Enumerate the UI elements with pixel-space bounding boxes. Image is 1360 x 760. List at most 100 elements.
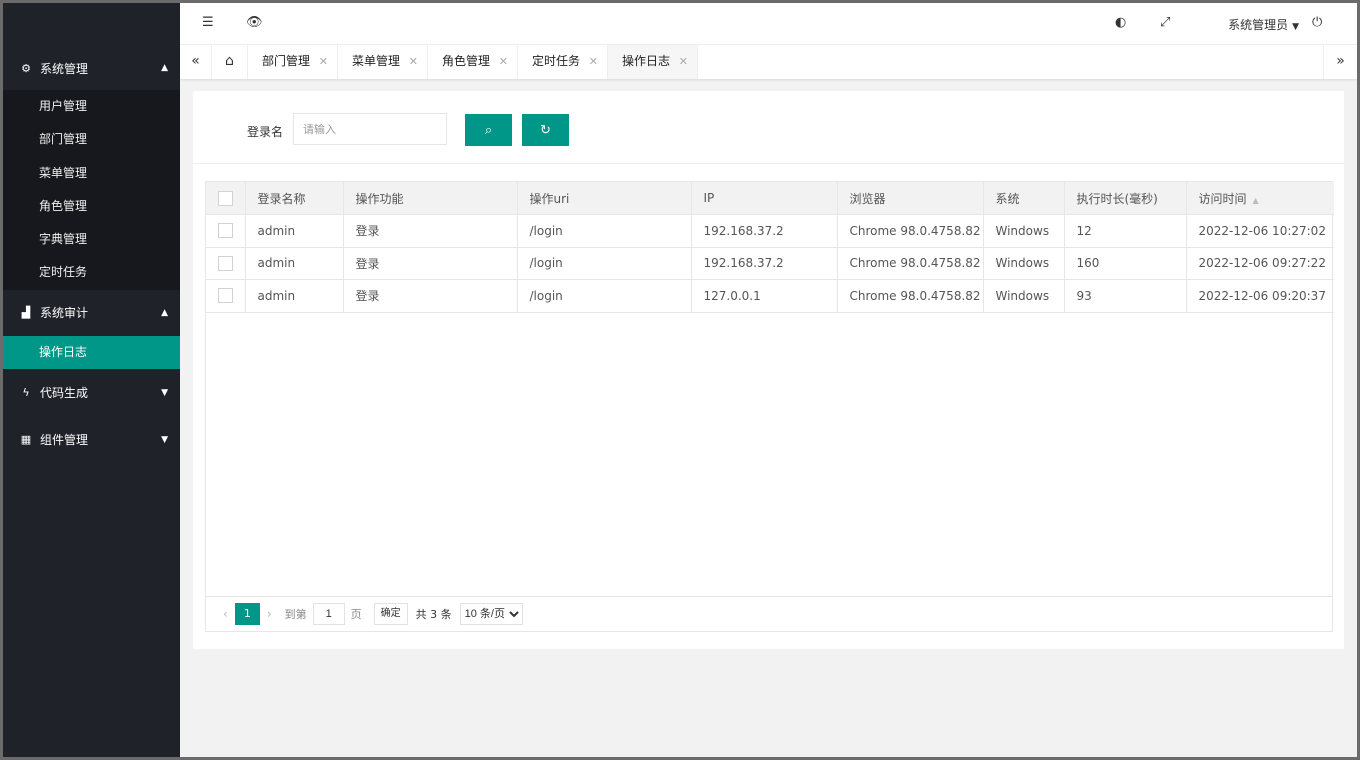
sidebar-group-label: 系统审计 bbox=[40, 306, 89, 321]
sidebar-group-audit[interactable]: ▟ 系统审计 ▲ bbox=[3, 290, 180, 336]
select-all-cell bbox=[206, 182, 246, 215]
login-name-input[interactable] bbox=[293, 113, 447, 145]
tab-roles[interactable]: 角色管理 ✕ bbox=[428, 45, 518, 79]
table-cell: /login bbox=[517, 247, 692, 280]
column-header: 执行时长(毫秒) bbox=[1064, 182, 1187, 215]
sort-icon[interactable]: ▲ bbox=[1253, 196, 1259, 205]
tab-label: 菜单管理 bbox=[352, 54, 401, 68]
refresh-icon: ↻ bbox=[540, 122, 551, 137]
content-card: 登录名 ⌕ ↻ 登录名称 操作功能 操作ur bbox=[193, 91, 1344, 649]
tab-label: 部门管理 bbox=[262, 54, 311, 68]
table-cell: 12 bbox=[1064, 214, 1187, 248]
close-icon[interactable]: ✕ bbox=[409, 45, 418, 78]
caret-down-icon: ▼ bbox=[161, 387, 168, 398]
table-cell: admin bbox=[245, 279, 344, 313]
tab-label: 定时任务 bbox=[532, 54, 581, 68]
search-button[interactable]: ⌕ bbox=[465, 114, 512, 146]
table-cell: 2022-12-06 10:27:02 bbox=[1186, 214, 1334, 248]
page-number-current[interactable]: 1 bbox=[234, 603, 260, 625]
sidebar-item-dictionary[interactable]: 字典管理 bbox=[3, 223, 180, 256]
row-checkbox[interactable] bbox=[218, 255, 233, 271]
sidebar-group-label: 系统管理 bbox=[40, 61, 89, 76]
eye-icon[interactable]: 👁 bbox=[246, 15, 263, 30]
table-row: admin 登录 /login 192.168.37.2 Chrome 98.0… bbox=[206, 214, 1334, 248]
table-cell: 127.0.0.1 bbox=[691, 279, 838, 313]
sidebar-item-roles[interactable]: 角色管理 bbox=[3, 190, 180, 223]
close-icon[interactable]: ✕ bbox=[499, 45, 508, 78]
sidebar-group-codegen[interactable]: ϟ 代码生成 ▼ bbox=[3, 369, 180, 416]
column-header: 登录名称 bbox=[245, 182, 344, 215]
goto-page-input[interactable] bbox=[312, 603, 345, 625]
table-cell: Windows bbox=[983, 247, 1065, 280]
sidebar-item-users[interactable]: 用户管理 bbox=[3, 90, 180, 123]
home-tab-icon[interactable]: ⌂ bbox=[212, 45, 248, 79]
page-size-select[interactable]: 10 条/页 bbox=[459, 603, 523, 625]
submenu-system: 用户管理 部门管理 菜单管理 角色管理 字典管理 定时任务 bbox=[3, 90, 180, 290]
select-all-checkbox[interactable] bbox=[218, 190, 233, 206]
user-name: 系统管理员 bbox=[1228, 18, 1289, 32]
app-window: ⚙ 系统管理 ▲ 用户管理 部门管理 菜单管理 角色管理 字典管理 定时任务 ▟… bbox=[3, 3, 1357, 757]
tabs-scroll-right-icon[interactable]: » bbox=[1323, 45, 1357, 79]
menu-toggle-icon[interactable]: ☰ bbox=[202, 15, 214, 30]
table-header-row: 登录名称 操作功能 操作uri IP 浏览器 系统 执行时长(毫秒) 访问时间 ▲ bbox=[206, 182, 1334, 215]
tab-scheduled-tasks[interactable]: 定时任务 ✕ bbox=[518, 45, 608, 79]
grid-icon: ▦ bbox=[20, 433, 32, 447]
search-form: 登录名 ⌕ ↻ bbox=[193, 91, 1344, 164]
submenu-audit: 操作日志 bbox=[3, 335, 180, 370]
gears-icon: ⚙ bbox=[21, 61, 31, 75]
table-cell: 192.168.37.2 bbox=[691, 247, 838, 280]
table-cell: 93 bbox=[1064, 279, 1187, 313]
user-menu[interactable]: 系统管理员 ▼ bbox=[1228, 16, 1299, 33]
caret-down-icon: ▼ bbox=[1292, 22, 1299, 32]
table-cell: 2022-12-06 09:20:37 bbox=[1186, 279, 1334, 313]
caret-up-icon: ▲ bbox=[161, 307, 168, 318]
operation-log-table: 登录名称 操作功能 操作uri IP 浏览器 系统 执行时长(毫秒) 访问时间 ▲… bbox=[205, 181, 1334, 632]
sidebar-group-label: 代码生成 bbox=[40, 386, 89, 401]
sidebar-group-system[interactable]: ⚙ 系统管理 ▲ bbox=[3, 46, 180, 90]
table-cell: Chrome 98.0.4758.82 bbox=[837, 279, 984, 313]
sidebar-item-departments[interactable]: 部门管理 bbox=[3, 123, 180, 156]
search-icon: ⌕ bbox=[484, 122, 493, 137]
table-cell: 2022-12-06 09:27:22 bbox=[1186, 247, 1334, 280]
table-cell: 登录 bbox=[343, 214, 518, 248]
row-select-cell bbox=[206, 247, 246, 280]
caret-up-icon: ▲ bbox=[161, 63, 168, 73]
fullscreen-icon[interactable]: ⤢ bbox=[1160, 15, 1170, 30]
close-icon[interactable]: ✕ bbox=[319, 45, 328, 78]
sidebar-group-components[interactable]: ▦ 组件管理 ▼ bbox=[3, 416, 180, 463]
tab-menus[interactable]: 菜单管理 ✕ bbox=[338, 45, 428, 79]
tab-operation-log[interactable]: 操作日志 ✕ bbox=[608, 45, 698, 79]
login-name-label: 登录名 bbox=[247, 125, 284, 139]
row-checkbox[interactable] bbox=[218, 223, 233, 239]
close-icon[interactable]: ✕ bbox=[679, 45, 688, 78]
sidebar-item-operation-log[interactable]: 操作日志 bbox=[3, 335, 180, 370]
row-select-cell bbox=[206, 214, 246, 248]
sidebar-item-scheduled-tasks[interactable]: 定时任务 bbox=[3, 256, 180, 289]
next-page-icon[interactable]: › bbox=[267, 607, 272, 621]
top-header: ☰ 👁 ◐ ⤢ 系统管理员 ▼ ⏻ bbox=[180, 3, 1357, 45]
prev-page-icon[interactable]: ‹ bbox=[223, 607, 228, 621]
table-cell: /login bbox=[517, 279, 692, 313]
row-select-cell bbox=[206, 279, 246, 313]
bolt-icon: ϟ bbox=[22, 386, 30, 400]
row-checkbox[interactable] bbox=[218, 288, 233, 304]
reset-button[interactable]: ↻ bbox=[522, 114, 569, 146]
close-icon[interactable]: ✕ bbox=[589, 45, 598, 78]
tabs-scroll-left-icon[interactable]: « bbox=[180, 45, 212, 79]
table-cell: 登录 bbox=[343, 279, 518, 313]
total-count: 共 3 条 bbox=[415, 608, 452, 621]
column-header: IP bbox=[691, 182, 838, 215]
column-header-sortable[interactable]: 访问时间 ▲ bbox=[1186, 182, 1334, 215]
tab-departments[interactable]: 部门管理 ✕ bbox=[248, 45, 338, 79]
sidebar-item-menus[interactable]: 菜单管理 bbox=[3, 157, 180, 190]
table-cell: /login bbox=[517, 214, 692, 248]
column-header-label: 访问时间 bbox=[1198, 191, 1247, 206]
power-icon[interactable]: ⏻ bbox=[1312, 15, 1322, 30]
area-chart-icon: ▟ bbox=[21, 306, 31, 320]
table-cell: Windows bbox=[983, 214, 1065, 248]
palette-icon[interactable]: ◐ bbox=[1115, 15, 1126, 30]
table-cell: Chrome 98.0.4758.82 bbox=[837, 247, 984, 280]
sidebar-group-label: 组件管理 bbox=[40, 433, 89, 448]
goto-confirm-button[interactable]: 确定 bbox=[373, 603, 408, 625]
table-cell: 登录 bbox=[343, 247, 518, 280]
